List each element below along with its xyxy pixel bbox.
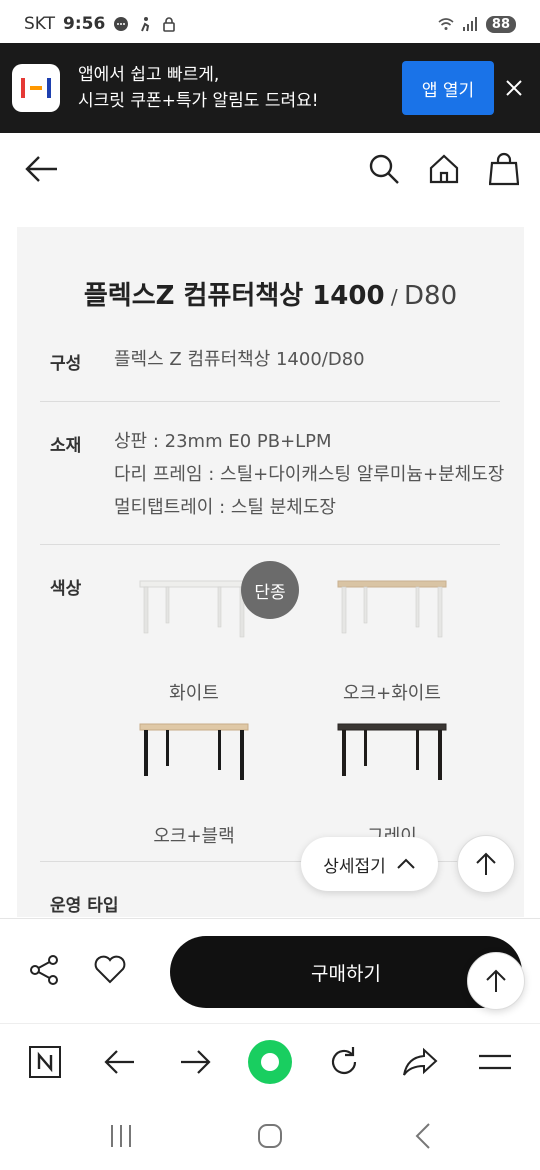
color-option-oak-black[interactable]: 오크+블랙: [109, 722, 279, 847]
naver-n-icon: [29, 1046, 61, 1078]
refresh-button[interactable]: [324, 1042, 364, 1082]
color-option-gray[interactable]: 그레이: [307, 722, 477, 847]
status-left: SKT 9:56: [24, 14, 177, 34]
status-bar: SKT 9:56 88: [0, 0, 540, 48]
shopping-bag-icon: [489, 152, 519, 186]
color-name: 화이트: [169, 683, 219, 704]
chevron-up-icon: [397, 858, 415, 869]
page-header: [0, 133, 540, 208]
app-install-banner: 앱에서 쉽고 빠르게, 시크릿 쿠폰+특가 알림도 드려요! 앱 열기: [0, 43, 540, 133]
home-circle-icon: [258, 1124, 282, 1148]
desk-gray-image: [337, 723, 447, 780]
signal-icon: [462, 17, 477, 31]
arrow-up-icon: [486, 969, 506, 992]
color-option-oak-white[interactable]: 오크+화이트: [307, 579, 477, 704]
back-button[interactable]: [24, 151, 60, 187]
banner-message: 앱에서 쉽고 빠르게, 시크릿 쿠폰+특가 알림도 드려요!: [78, 62, 319, 114]
discontinued-badge: 단종: [241, 561, 299, 619]
collapse-details-button[interactable]: 상세접기: [301, 837, 438, 891]
refresh-icon: [331, 1047, 357, 1075]
scroll-top-button[interactable]: [457, 835, 515, 893]
collapse-label: 상세접기: [323, 856, 386, 877]
runner-icon: [141, 17, 150, 32]
share-arrow-icon: [403, 1047, 438, 1076]
system-home-button[interactable]: [253, 1119, 287, 1153]
browser-forward-button[interactable]: [175, 1042, 215, 1082]
share-icon: [30, 955, 58, 985]
spec-value: 상판 : 23mm E0 PB+LPM 다리 프레임 : 스틸+다이캐스팅 알루…: [114, 425, 504, 524]
lock-icon: [163, 17, 176, 32]
spec-line: 플렉스 Z 컴퓨터책상 1400/D80: [114, 349, 365, 370]
color-label: 색상: [50, 579, 82, 599]
clock: 9:56: [63, 14, 106, 34]
heart-icon: [94, 955, 126, 984]
recent-apps-icon: [111, 1125, 131, 1147]
chat-icon: [114, 17, 129, 31]
product-title-separator: /: [384, 285, 405, 309]
spec-line: 다리 프레임 : 스틸+다이캐스팅 알루미늄+분체도장: [114, 464, 505, 485]
menu-icon: [479, 1054, 511, 1070]
divider: [40, 401, 500, 402]
browser-toolbar: [0, 1023, 540, 1101]
forward-arrow-icon: [181, 1050, 211, 1074]
banner-line-1: 앱에서 쉽고 빠르게,: [78, 65, 220, 85]
close-icon[interactable]: [502, 76, 526, 100]
product-detail-card: 플렉스Z 컴퓨터책상 1400 / D80 구성 플렉스 Z 컴퓨터책상 140…: [17, 227, 524, 917]
status-right: 88: [438, 15, 516, 33]
desk-oak-black-image: [139, 723, 249, 780]
green-dot-button[interactable]: [247, 1039, 293, 1085]
color-name: 오크+블랙: [153, 826, 235, 847]
back-arrow-icon: [25, 156, 57, 182]
recent-apps-button[interactable]: [104, 1119, 138, 1153]
purchase-bar: 구매하기: [0, 918, 540, 1023]
product-title-main: 플렉스Z 컴퓨터책상 1400: [83, 281, 385, 311]
product-title: 플렉스Z 컴퓨터책상 1400 / D80: [17, 275, 524, 312]
search-icon: [369, 154, 399, 184]
home-button[interactable]: [426, 151, 462, 187]
scroll-top-button[interactable]: [467, 952, 525, 1010]
operation-type-label: 운영 타입: [50, 896, 119, 916]
search-button[interactable]: [366, 151, 402, 187]
browser-back-button[interactable]: [100, 1042, 140, 1082]
share-page-button[interactable]: [400, 1042, 440, 1082]
share-button[interactable]: [28, 953, 62, 987]
back-chevron-icon: [415, 1123, 430, 1149]
product-title-sub: D80: [404, 281, 458, 311]
home-icon: [429, 154, 459, 184]
battery-indicator: 88: [485, 15, 516, 33]
spec-value: 플렉스 Z 컴퓨터책상 1400/D80: [114, 343, 365, 376]
desk-oak-white-image: [337, 580, 447, 638]
wifi-icon: [438, 18, 454, 30]
color-name: 오크+화이트: [343, 683, 441, 704]
spec-label: 구성: [50, 354, 82, 374]
desk-white-image: [139, 580, 249, 638]
system-back-button[interactable]: [406, 1119, 440, 1153]
wishlist-button[interactable]: [93, 953, 129, 987]
carrier-label: SKT: [24, 14, 56, 34]
green-dot-icon: [248, 1040, 292, 1084]
spec-line: 멀티탭트레이 : 스틸 분체도장: [114, 497, 336, 518]
system-navigation: [0, 1101, 540, 1170]
arrow-up-icon: [476, 852, 496, 875]
spec-row-composition: 구성 플렉스 Z 컴퓨터책상 1400/D80: [40, 347, 500, 387]
banner-line-2: 시크릿 쿠폰+특가 알림도 드려요!: [78, 91, 319, 111]
app-logo-icon: [12, 64, 60, 112]
naver-home-button[interactable]: [25, 1042, 65, 1082]
open-app-button[interactable]: 앱 열기: [402, 61, 494, 115]
spec-line: 상판 : 23mm E0 PB+LPM: [114, 431, 332, 452]
back-arrow-icon: [104, 1050, 134, 1074]
browser-menu-button[interactable]: [475, 1042, 515, 1082]
divider: [40, 544, 500, 545]
cart-button[interactable]: [486, 151, 522, 187]
spec-label: 소재: [50, 436, 82, 456]
spec-row-material: 소재 상판 : 23mm E0 PB+LPM 다리 프레임 : 스틸+다이캐스팅…: [40, 429, 504, 539]
